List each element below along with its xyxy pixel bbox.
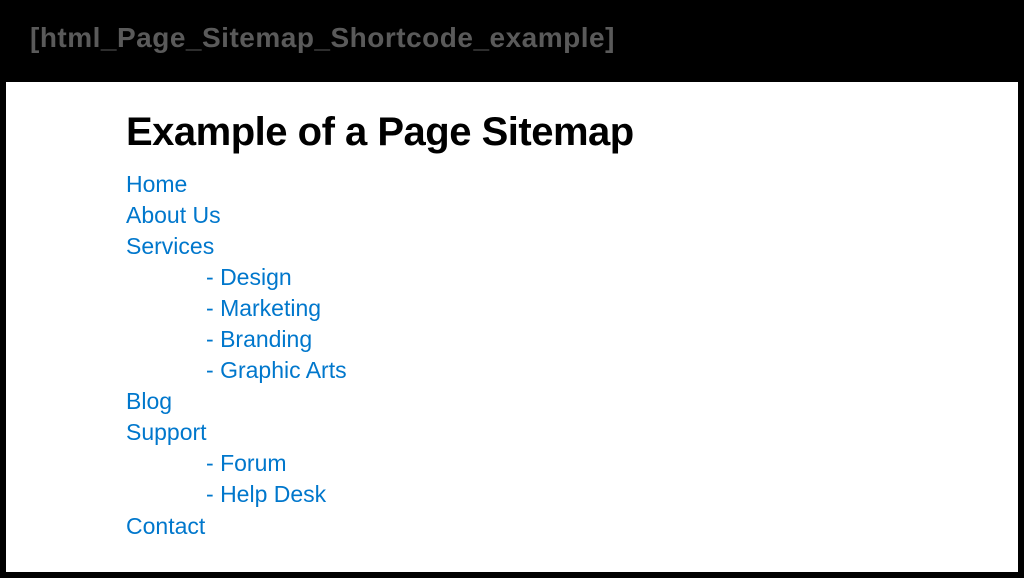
content-area: Example of a Page Sitemap Home About Us … — [6, 82, 1018, 572]
shortcode-label: [html_Page_Sitemap_Shortcode_example] — [30, 22, 994, 54]
sitemap-sublist-support: Forum Help Desk — [126, 448, 898, 510]
sitemap-link-about[interactable]: About Us — [126, 200, 898, 231]
page-title: Example of a Page Sitemap — [126, 110, 898, 155]
sitemap-list: Home About Us Services Design Marketing … — [126, 169, 898, 542]
sitemap-link-forum[interactable]: Forum — [206, 448, 898, 479]
sitemap-link-home[interactable]: Home — [126, 169, 898, 200]
sitemap-link-design[interactable]: Design — [206, 262, 898, 293]
sitemap-link-marketing[interactable]: Marketing — [206, 293, 898, 324]
sitemap-link-services[interactable]: Services — [126, 231, 898, 262]
sitemap-sublist-services: Design Marketing Branding Graphic Arts — [126, 262, 898, 386]
sitemap-link-graphic-arts[interactable]: Graphic Arts — [206, 355, 898, 386]
sitemap-link-branding[interactable]: Branding — [206, 324, 898, 355]
sitemap-link-blog[interactable]: Blog — [126, 386, 898, 417]
sitemap-link-contact[interactable]: Contact — [126, 511, 898, 542]
sitemap-link-help-desk[interactable]: Help Desk — [206, 479, 898, 510]
sitemap-link-support[interactable]: Support — [126, 417, 898, 448]
header-bar: [html_Page_Sitemap_Shortcode_example] — [0, 0, 1024, 82]
